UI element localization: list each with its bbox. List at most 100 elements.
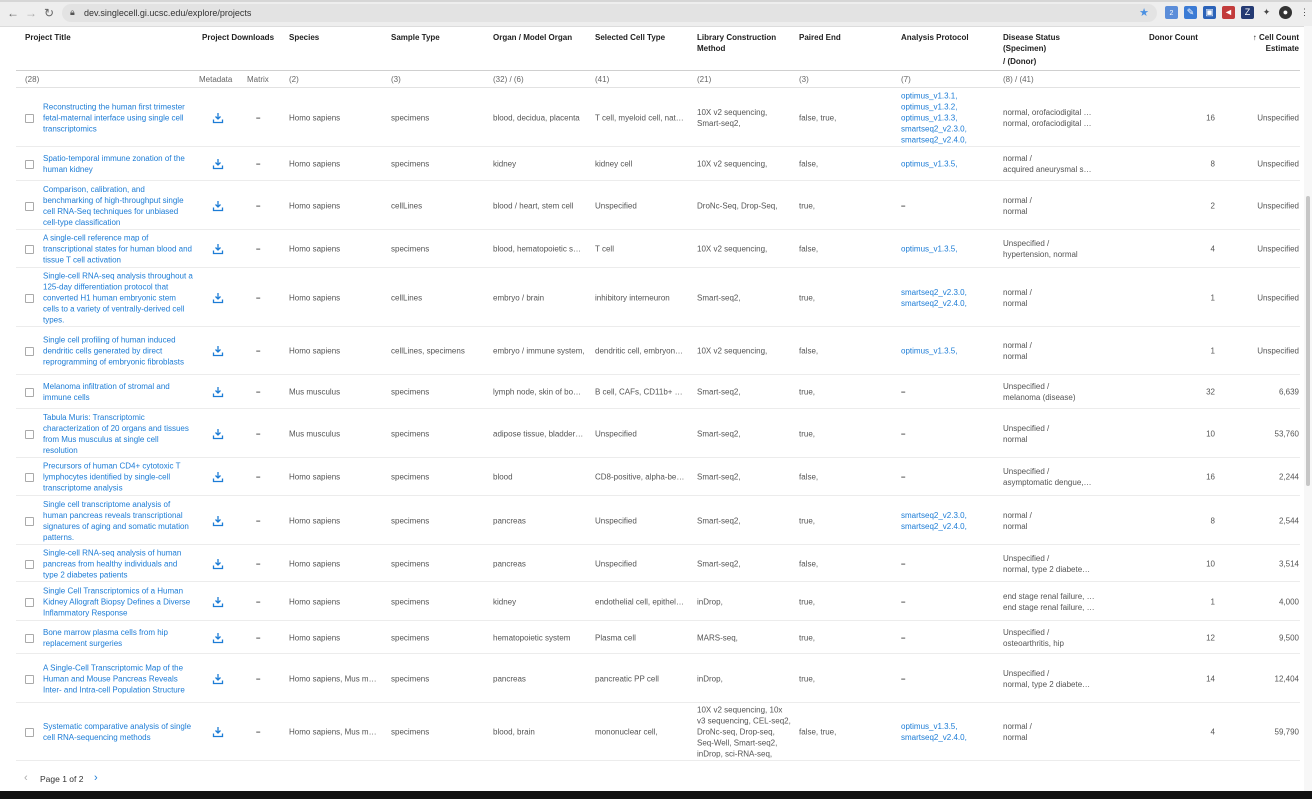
project-title-link[interactable]: Single cell profiling of human induced d… bbox=[43, 335, 193, 368]
metadata-download-icon[interactable] bbox=[212, 292, 224, 304]
metadata-download-icon[interactable] bbox=[212, 632, 224, 644]
menu-kebab-icon[interactable]: ⋮ bbox=[1298, 6, 1311, 19]
analysis-protocol-cell[interactable]: – bbox=[901, 596, 981, 607]
row-select-checkbox[interactable] bbox=[25, 293, 34, 303]
analysis-protocol-cell[interactable]: optimus_v1.3.5, bbox=[901, 346, 981, 357]
project-title-link[interactable]: Systematic comparative analysis of singl… bbox=[43, 721, 193, 743]
save-extension-icon[interactable]: ▣ bbox=[1203, 6, 1216, 19]
cell-count-cell: 59,790 bbox=[1274, 727, 1299, 737]
project-title-link[interactable]: Single-cell RNA-seq analysis throughout … bbox=[43, 270, 193, 325]
project-title-link[interactable]: A single-cell reference map of transcrip… bbox=[43, 233, 193, 266]
project-title-link[interactable]: Spatio-temporal immune zonation of the h… bbox=[43, 153, 193, 175]
project-title-link[interactable]: A Single-Cell Transcriptomic Map of the … bbox=[43, 662, 193, 695]
project-title-link[interactable]: Single Cell Transcriptomics of a Human K… bbox=[43, 585, 193, 618]
megaphone-extension-icon[interactable]: ◄ bbox=[1222, 6, 1235, 19]
matrix-value: – bbox=[256, 387, 261, 397]
row-select-checkbox[interactable] bbox=[25, 245, 34, 254]
metadata-download-icon[interactable] bbox=[212, 428, 224, 440]
header-project-title[interactable]: Project Title bbox=[25, 32, 71, 43]
row-select-checkbox[interactable] bbox=[25, 728, 34, 737]
header-donor-count[interactable]: Donor Count bbox=[1149, 32, 1198, 43]
row-select-checkbox[interactable] bbox=[25, 347, 34, 356]
analysis-protocol-cell[interactable]: – bbox=[901, 428, 981, 439]
row-select-checkbox[interactable] bbox=[25, 160, 34, 169]
back-arrow-icon[interactable]: ← bbox=[6, 6, 20, 20]
project-title-link[interactable]: Reconstructing the human first trimester… bbox=[43, 101, 193, 134]
metadata-download-icon[interactable] bbox=[212, 471, 224, 483]
edit-extension-icon[interactable]: ✎ bbox=[1184, 6, 1197, 19]
prev-page-icon[interactable]: ‹ bbox=[24, 772, 28, 784]
address-bar[interactable]: 🔒︎ dev.singlecell.gi.ucsc.edu/explore/pr… bbox=[62, 4, 1157, 22]
project-title-link[interactable]: Melanoma infiltration of stromal and imm… bbox=[43, 381, 193, 403]
scrollbar-thumb[interactable] bbox=[1306, 196, 1310, 486]
metadata-download-icon[interactable] bbox=[212, 596, 224, 608]
project-title-link[interactable]: Tabula Muris: Transcriptomic characteriz… bbox=[43, 412, 193, 456]
project-title-link[interactable]: Single cell transcriptome analysis of hu… bbox=[43, 499, 193, 543]
metadata-download-icon[interactable] bbox=[212, 726, 224, 738]
analysis-protocol-cell[interactable]: – bbox=[901, 558, 981, 569]
header-paired-end[interactable]: Paired End bbox=[799, 32, 841, 43]
metadata-download-icon[interactable] bbox=[212, 673, 224, 685]
metadata-download-icon[interactable] bbox=[212, 558, 224, 570]
header-cell-count[interactable]: ↑ Cell Count Estimate bbox=[1240, 32, 1299, 54]
sample-type-cell: specimens bbox=[391, 516, 430, 525]
header-disease-status[interactable]: Disease Status (Specimen) / (Donor) bbox=[1003, 32, 1060, 67]
project-title-link[interactable]: Single-cell RNA-seq analysis of human pa… bbox=[43, 547, 193, 580]
header-species[interactable]: Species bbox=[289, 32, 319, 43]
metadata-download-icon[interactable] bbox=[212, 158, 224, 170]
analysis-protocol-cell[interactable]: – bbox=[901, 673, 981, 684]
analysis-protocol-cell[interactable]: optimus_v1.3.1, optimus_v1.3.2, optimus_… bbox=[901, 90, 981, 145]
table-row: Single cell transcriptome analysis of hu… bbox=[16, 496, 1300, 545]
analysis-protocol-cell[interactable]: smartseq2_v2.3.0, smartseq2_v2.4.0, bbox=[901, 287, 981, 309]
metadata-download-icon[interactable] bbox=[212, 112, 224, 124]
metadata-download-icon[interactable] bbox=[212, 515, 224, 527]
cell-count-cell: Unspecified bbox=[1257, 346, 1299, 356]
sort-ascending-icon[interactable]: ↑ bbox=[1253, 33, 1257, 42]
row-select-checkbox[interactable] bbox=[25, 429, 34, 439]
analysis-protocol-cell[interactable]: – bbox=[901, 632, 981, 643]
table-row: Single-cell RNA-seq analysis throughout … bbox=[16, 268, 1300, 327]
analysis-protocol-cell[interactable]: – bbox=[901, 472, 981, 483]
next-page-icon[interactable]: › bbox=[94, 772, 98, 784]
analysis-protocol-cell[interactable]: optimus_v1.3.5, bbox=[901, 159, 981, 170]
metadata-download-icon[interactable] bbox=[212, 243, 224, 255]
metadata-download-icon[interactable] bbox=[212, 386, 224, 398]
puzzle-icon[interactable]: ✦ bbox=[1260, 6, 1273, 19]
row-select-checkbox[interactable] bbox=[25, 113, 34, 123]
analysis-protocol-cell[interactable]: – bbox=[901, 387, 981, 398]
extension-icon[interactable]: 2 bbox=[1165, 6, 1178, 19]
page-scrollbar[interactable] bbox=[1304, 26, 1312, 791]
header-analysis-protocol[interactable]: Analysis Protocol bbox=[901, 32, 969, 43]
forward-arrow-icon[interactable]: → bbox=[24, 6, 38, 20]
row-select-checkbox[interactable] bbox=[25, 201, 34, 211]
row-select-checkbox[interactable] bbox=[25, 597, 34, 607]
metadata-download-icon[interactable] bbox=[212, 345, 224, 357]
metadata-download-icon[interactable] bbox=[212, 200, 224, 212]
project-title-link[interactable]: Comparison, calibration, and benchmarkin… bbox=[43, 184, 193, 228]
disease-donor: melanoma (disease) bbox=[1003, 393, 1076, 402]
row-select-checkbox[interactable] bbox=[25, 633, 34, 643]
project-title-link[interactable]: Bone marrow plasma cells from hip replac… bbox=[43, 627, 193, 649]
profile-icon[interactable]: ● bbox=[1279, 6, 1292, 19]
analysis-protocol-cell[interactable]: optimus_v1.3.5, smartseq2_v2.4.0, bbox=[901, 721, 981, 743]
header-library-method[interactable]: Library Construction Method bbox=[697, 32, 776, 54]
row-select-checkbox[interactable] bbox=[25, 388, 34, 397]
analysis-protocol-cell[interactable]: optimus_v1.3.5, bbox=[901, 244, 981, 255]
header-project-downloads[interactable]: Project Downloads bbox=[202, 32, 274, 43]
species-cell: Homo sapiens bbox=[289, 293, 341, 302]
row-select-checkbox[interactable] bbox=[25, 473, 34, 482]
sample-type-cell: specimens bbox=[391, 159, 430, 169]
row-select-checkbox[interactable] bbox=[25, 674, 34, 684]
header-organ[interactable]: Organ / Model Organ bbox=[493, 32, 572, 43]
row-select-checkbox[interactable] bbox=[25, 559, 34, 569]
analysis-protocol-cell[interactable]: – bbox=[901, 200, 981, 211]
project-title-link[interactable]: Precursors of human CD4+ cytotoxic T lym… bbox=[43, 461, 193, 494]
bookmark-star-icon[interactable]: ★ bbox=[1139, 6, 1149, 19]
reload-icon[interactable]: ↻ bbox=[42, 6, 56, 20]
header-sample-type[interactable]: Sample Type bbox=[391, 32, 440, 43]
row-select-checkbox[interactable] bbox=[25, 516, 34, 526]
z-extension-icon[interactable]: Z bbox=[1241, 6, 1254, 19]
library-method-cell: 10X v2 sequencing, bbox=[697, 159, 768, 169]
header-cell-type[interactable]: Selected Cell Type bbox=[595, 32, 665, 43]
analysis-protocol-cell[interactable]: smartseq2_v2.3.0, smartseq2_v2.4.0, bbox=[901, 510, 981, 532]
